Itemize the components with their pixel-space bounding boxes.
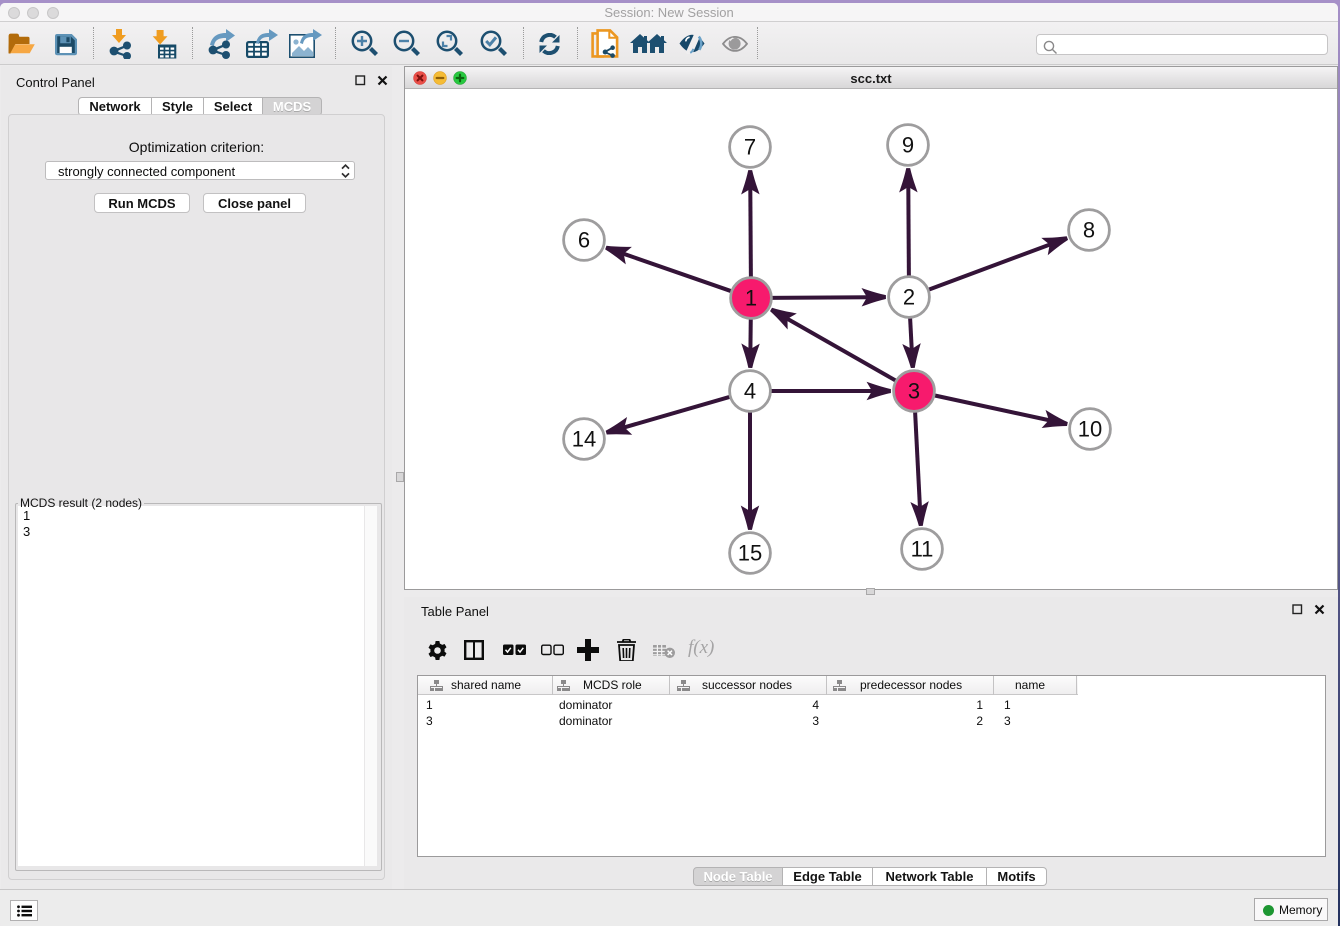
svg-text:10: 10 (1078, 417, 1102, 442)
svg-text:2: 2 (903, 285, 915, 310)
svg-text:4: 4 (744, 379, 756, 404)
svg-text:11: 11 (911, 537, 934, 562)
svg-text:6: 6 (578, 228, 590, 253)
svg-text:1: 1 (745, 286, 757, 311)
svg-text:8: 8 (1083, 218, 1095, 243)
svg-text:14: 14 (572, 427, 596, 452)
svg-text:9: 9 (902, 133, 914, 158)
svg-text:7: 7 (744, 135, 756, 160)
svg-text:3: 3 (908, 379, 920, 404)
svg-text:15: 15 (738, 541, 762, 566)
